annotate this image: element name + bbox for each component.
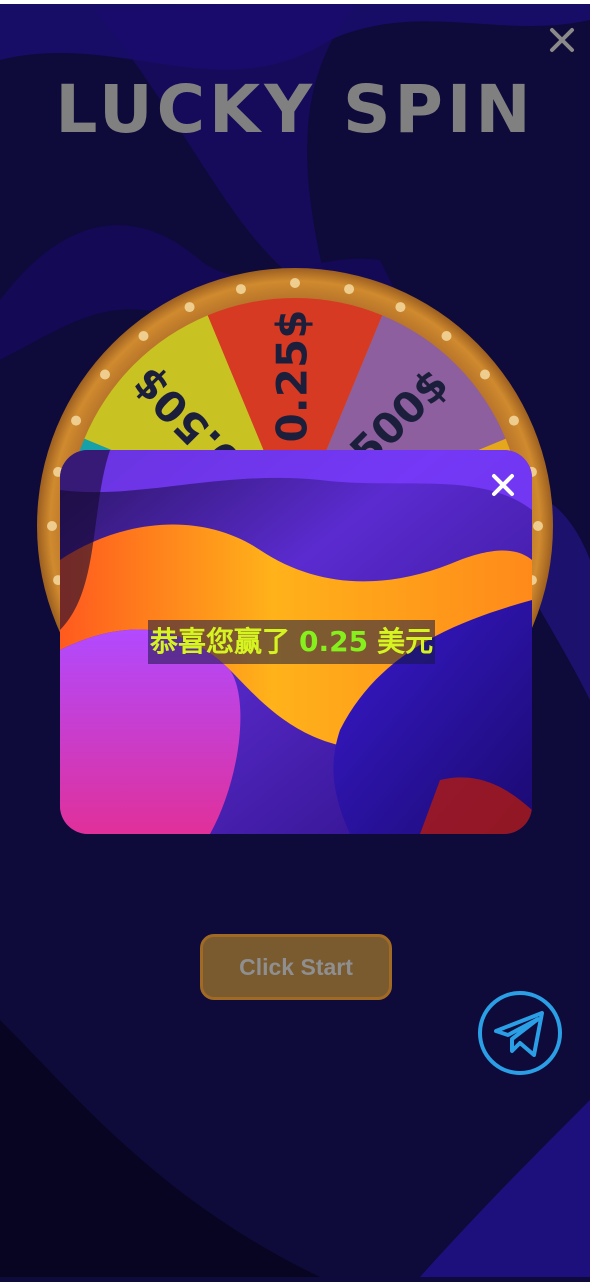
- win-amount: 0.25: [299, 625, 369, 658]
- click-start-button[interactable]: Click Start: [200, 934, 392, 1000]
- top-edge: [0, 0, 590, 4]
- wheel-light: [47, 521, 57, 531]
- telegram-button[interactable]: [476, 989, 564, 1077]
- page-title: LUCKY SPIN: [55, 71, 535, 148]
- wheel-segment-label: 0.25$: [268, 310, 317, 443]
- page-close-button[interactable]: [544, 22, 580, 58]
- win-modal: 恭喜您赢了 0.25 美元: [60, 450, 532, 834]
- wheel-light: [395, 302, 406, 313]
- close-icon: [492, 474, 514, 496]
- wheel-light: [533, 521, 543, 531]
- wheel-light: [290, 278, 300, 288]
- wheel-light: [138, 331, 149, 342]
- wheel-light: [100, 369, 111, 380]
- telegram-icon: [478, 991, 562, 1075]
- wheel-light: [235, 284, 246, 295]
- wheel-light: [344, 284, 355, 295]
- win-currency: 美元: [377, 625, 434, 658]
- close-icon: [550, 28, 574, 52]
- wheel-light: [479, 369, 490, 380]
- wheel-light: [71, 415, 82, 426]
- win-message-prefix: 恭喜您赢了: [150, 625, 291, 658]
- modal-close-button[interactable]: [486, 468, 520, 502]
- win-message: 恭喜您赢了 0.25 美元: [148, 620, 436, 664]
- wheel-light: [184, 302, 195, 313]
- wheel-light: [441, 331, 452, 342]
- wheel-light: [508, 415, 519, 426]
